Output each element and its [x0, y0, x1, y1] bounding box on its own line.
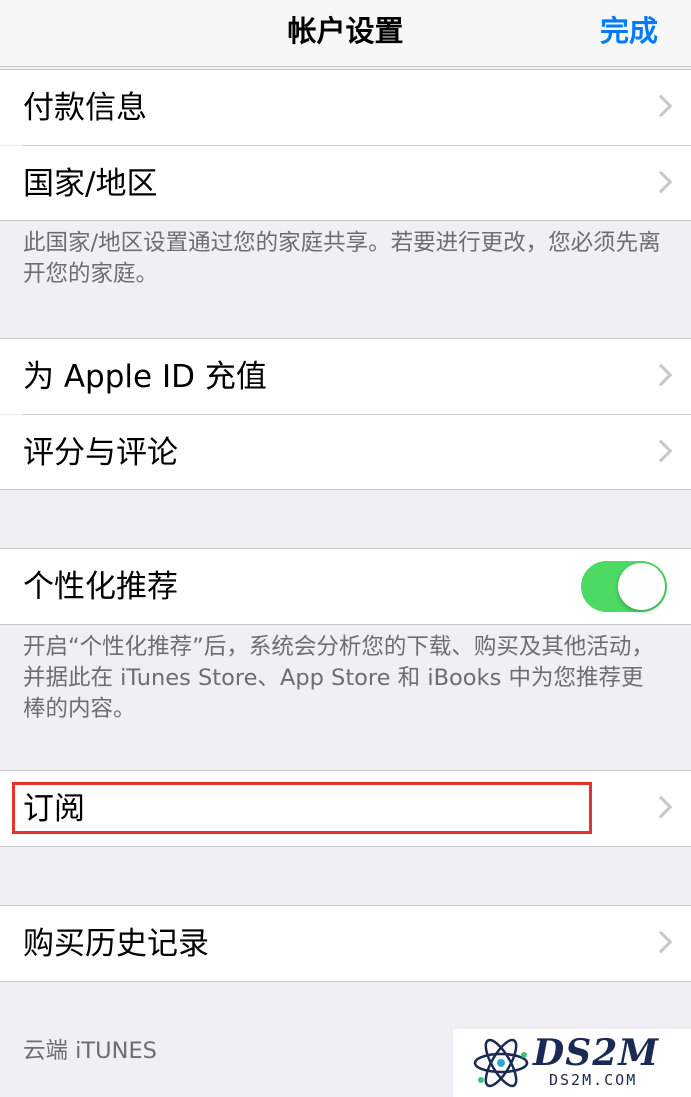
- chevron-right-icon: [649, 439, 673, 463]
- highlight-box: [12, 782, 592, 834]
- chevron-right-icon: [649, 170, 673, 194]
- personalized-recommendations-toggle[interactable]: [581, 561, 667, 612]
- row-label: 国家/地区: [23, 166, 158, 202]
- chevron-right-icon: [649, 795, 673, 819]
- atom-logo-icon: [473, 1038, 529, 1088]
- chevron-right-icon: [649, 363, 673, 387]
- country-region-row[interactable]: 国家/地区: [0, 146, 691, 221]
- done-button[interactable]: 完成: [600, 12, 658, 50]
- ratings-reviews-row[interactable]: 评分与评论: [0, 415, 691, 490]
- row-label: 付款信息: [23, 90, 147, 126]
- add-funds-row[interactable]: 为 Apple ID 充值: [0, 339, 691, 414]
- watermark: DS2M DS2M.COM: [453, 1029, 691, 1097]
- divider: [0, 624, 691, 625]
- divider: [0, 846, 691, 847]
- divider: [0, 489, 691, 490]
- watermark-domain: DS2M.COM: [549, 1071, 638, 1089]
- row-label: 购买历史记录: [23, 926, 209, 962]
- row-label: 评分与评论: [23, 435, 178, 471]
- page-title: 帐户设置: [287, 14, 404, 48]
- navigation-bar: 帐户设置 完成: [0, 0, 691, 67]
- divider: [0, 220, 691, 221]
- watermark-brand: DS2M: [533, 1032, 660, 1074]
- toggle-knob: [618, 563, 665, 610]
- purchase-history-row[interactable]: 购买历史记录: [0, 906, 691, 981]
- divider: [0, 981, 691, 982]
- section-footer: 开启“个性化推荐”后，系统会分析您的下载、购买及其他活动，并据此在 iTunes…: [23, 634, 654, 722]
- section-header: 云端 iTUNES: [23, 1038, 157, 1064]
- chevron-right-icon: [649, 94, 673, 118]
- personalized-recommendations-row: 个性化推荐: [0, 549, 691, 624]
- payment-info-row[interactable]: 付款信息: [0, 70, 691, 145]
- row-label: 为 Apple ID 充值: [23, 359, 267, 395]
- row-label: 个性化推荐: [23, 569, 178, 605]
- chevron-right-icon: [649, 930, 673, 954]
- section-footer: 此国家/地区设置通过您的家庭共享。若要进行更改，您必须先离开您的家庭。: [23, 230, 661, 287]
